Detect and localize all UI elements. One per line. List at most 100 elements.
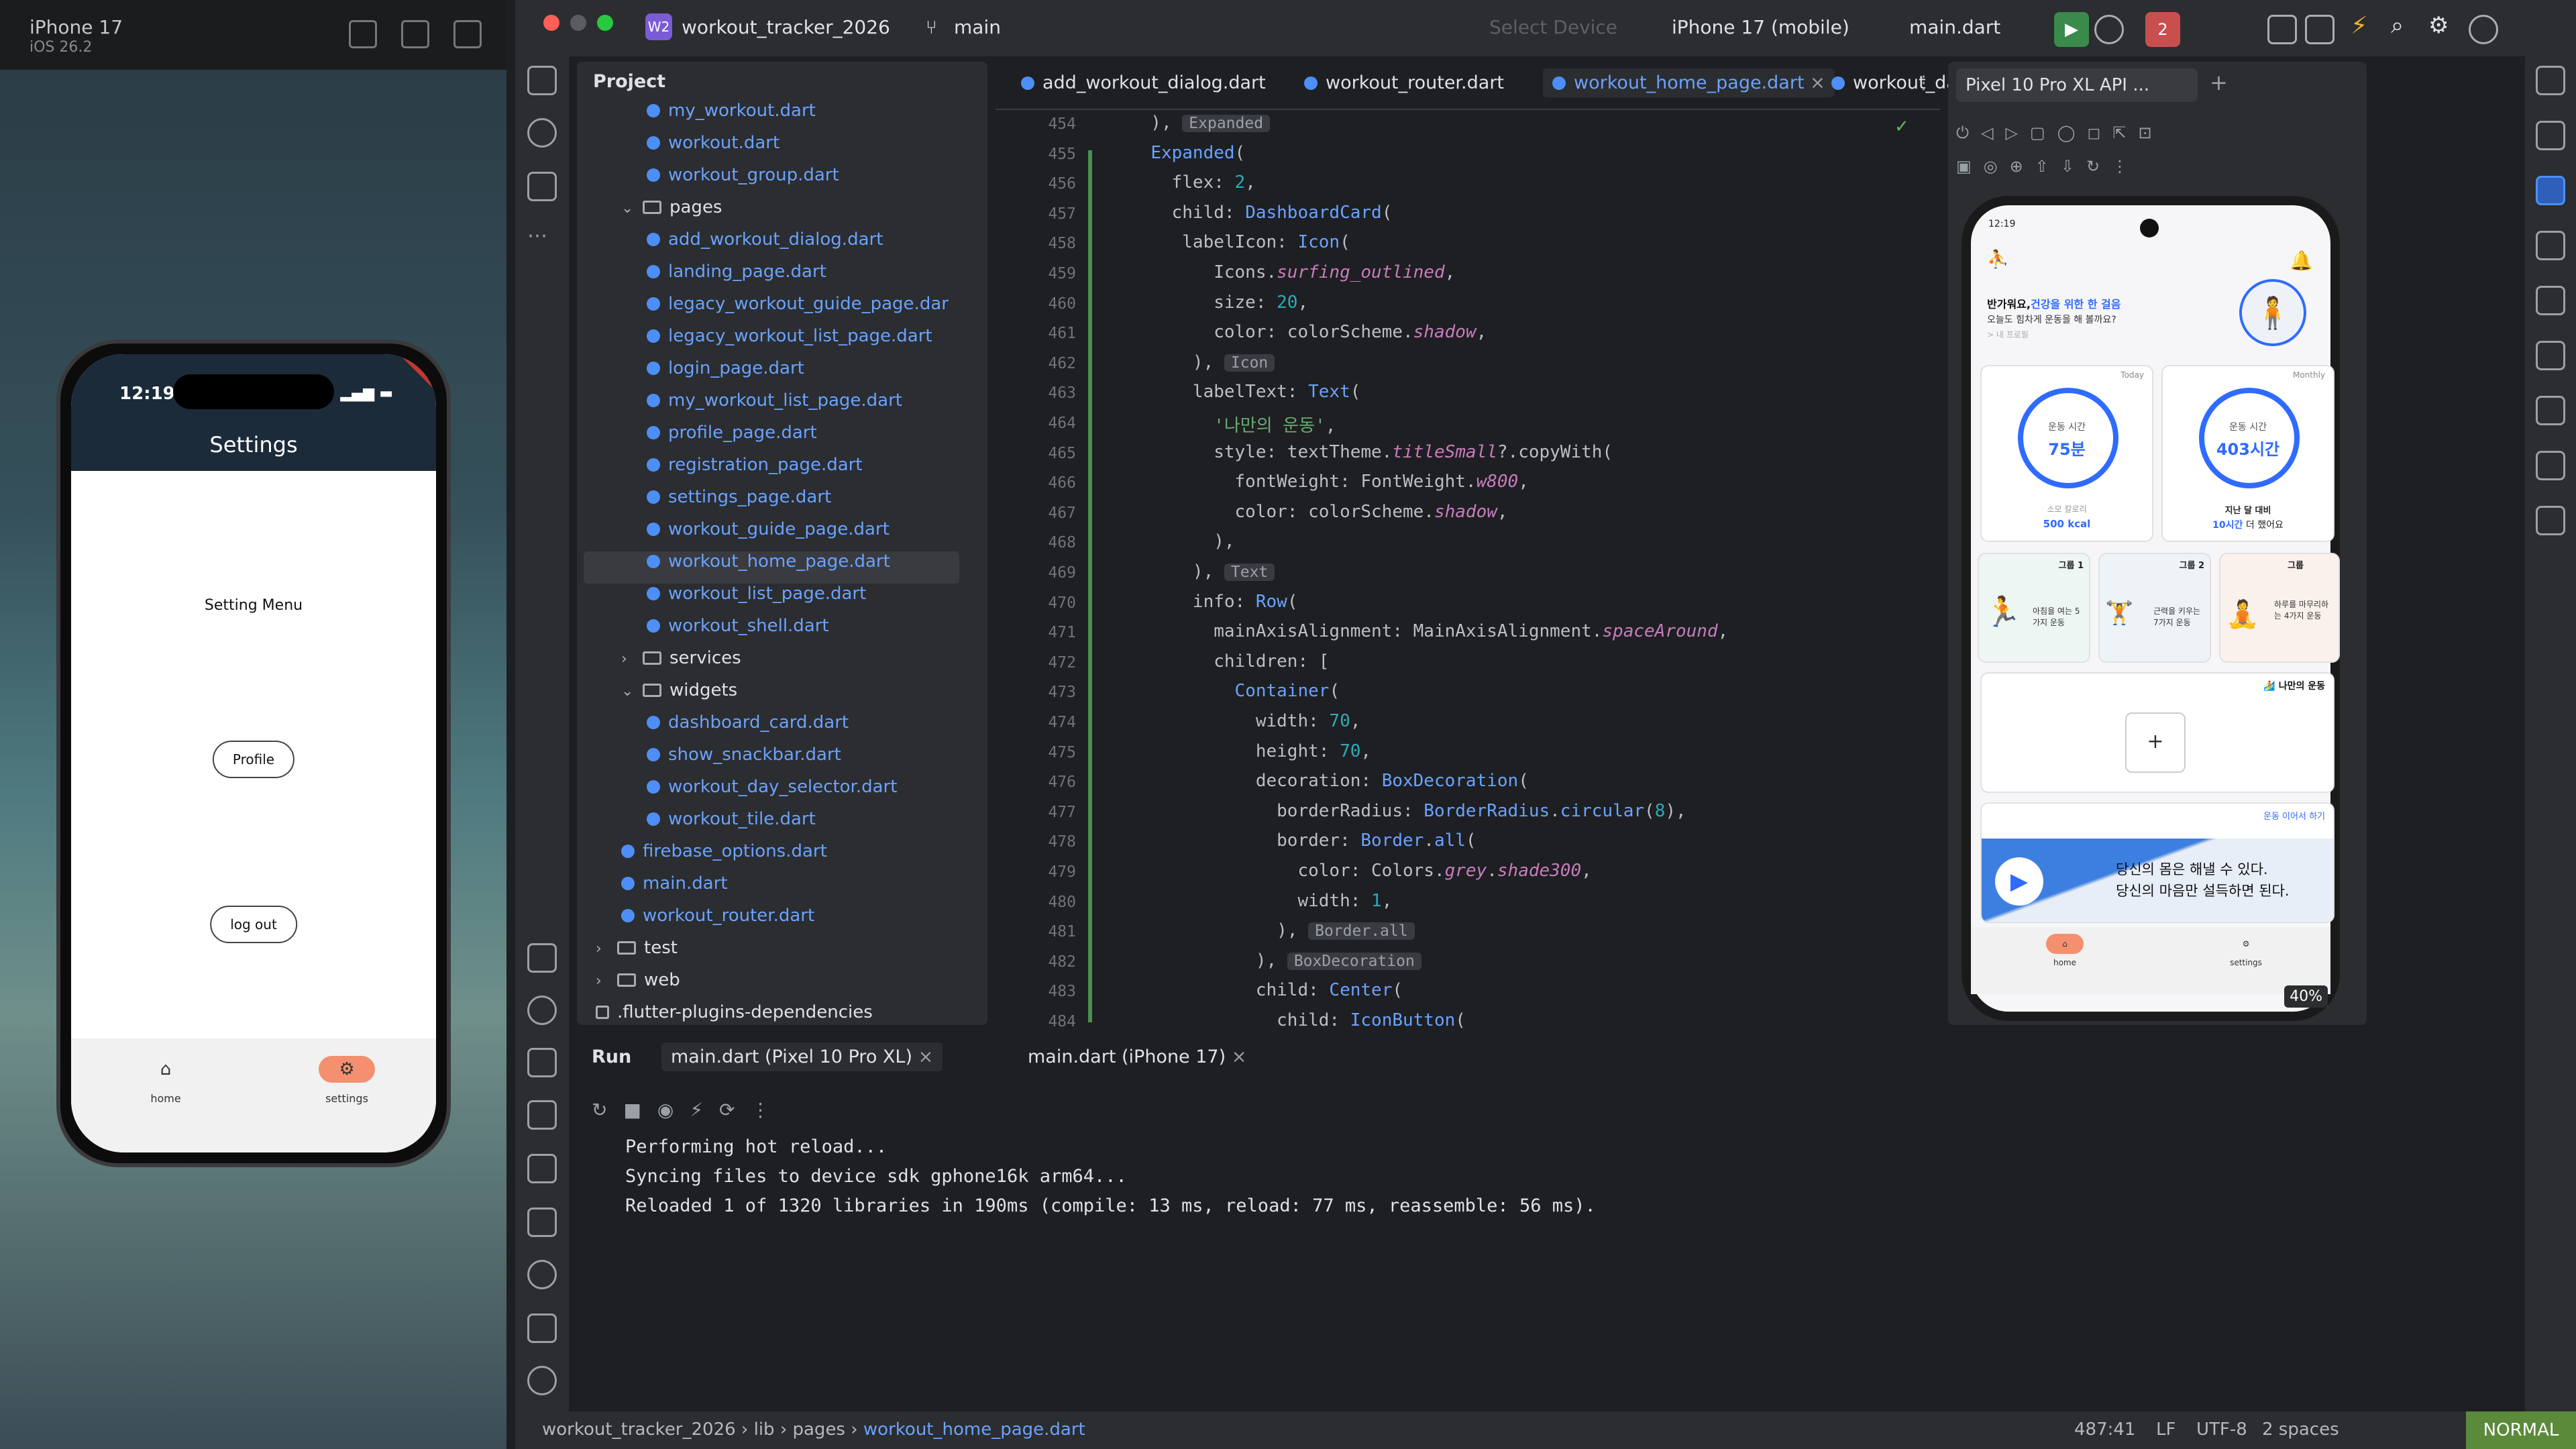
code-line[interactable]: child: IconButton(	[1130, 1010, 1466, 1030]
more-icon[interactable]: ⋯	[527, 224, 557, 254]
device-selector-placeholder[interactable]: Select Device	[1489, 16, 1617, 38]
git-icon[interactable]	[527, 1366, 557, 1395]
tree-item[interactable]: ⌄ pages	[621, 197, 722, 229]
run-tab-iphone[interactable]: main.dart (iPhone 17) ×	[1028, 1046, 1246, 1067]
folder-icon[interactable]	[527, 66, 557, 95]
code-line[interactable]: mainAxisAlignment: MainAxisAlignment.spa…	[1130, 621, 1728, 641]
emulator-tab[interactable]: Pixel 10 Pro XL API ...	[1956, 68, 2198, 102]
code-line[interactable]: borderRadius: BorderRadius.circular(8),	[1130, 801, 1686, 821]
code-line[interactable]: info: Row(	[1130, 592, 1298, 612]
code-line[interactable]: color: colorScheme.shadow,	[1130, 322, 1487, 342]
notifications-icon[interactable]	[2536, 66, 2565, 95]
code-line[interactable]: ),	[1130, 531, 1234, 551]
today-card[interactable]: Today 운동 시간 75분 소모 칼로리 500 kcal	[1980, 365, 2153, 542]
code-line[interactable]: ), Expanded	[1130, 113, 1271, 133]
tree-item[interactable]: my_workout_list_page.dart	[647, 390, 902, 423]
play-icon[interactable]: ▶	[1995, 857, 2043, 906]
layers-icon[interactable]	[527, 1100, 557, 1130]
code-line[interactable]: ), Icon	[1130, 352, 1275, 372]
nav-settings[interactable]: ⚙ settings	[310, 1056, 384, 1105]
tree-item[interactable]: legacy_workout_guide_page.dar	[647, 294, 949, 326]
tree-item[interactable]: workout_router.dart	[621, 906, 814, 938]
tree-item[interactable]: dashboard_card.dart	[647, 712, 849, 745]
code-line[interactable]: width: 1,	[1130, 891, 1392, 911]
tree-item[interactable]: workout_day_selector.dart	[647, 777, 897, 809]
code-line[interactable]: flex: 2,	[1130, 172, 1256, 193]
run-config-dropdown[interactable]: main.dart	[1909, 16, 2000, 38]
running-devices-icon[interactable]	[2536, 176, 2565, 205]
indent-setting[interactable]: 2 spaces	[2262, 1419, 2339, 1440]
tree-item[interactable]: workout_shell.dart	[647, 616, 829, 648]
branch-dropdown[interactable]: main	[954, 16, 1001, 38]
pen-icon[interactable]	[2536, 451, 2565, 480]
code-line[interactable]: ), Border.all	[1130, 920, 1415, 941]
emulator-icon[interactable]	[2536, 396, 2565, 425]
code-line[interactable]: Expanded(	[1130, 143, 1245, 163]
code-line[interactable]: child: DashboardCard(	[1130, 203, 1393, 223]
hot-reload-icon[interactable]: ⚡	[2351, 12, 2367, 40]
code-line[interactable]: ), Text	[1130, 561, 1275, 582]
run-toolbar[interactable]: ↻■◉⚡⟳⋮	[592, 1099, 786, 1121]
tree-item[interactable]: › test	[596, 938, 678, 970]
emulator-toolbar-row1[interactable]: ⏻◁▷▢◯◻⇱⊡	[1956, 123, 2164, 142]
emulator-toolbar-row2[interactable]: ▣◎⊕⇧⇩↻⋮	[1956, 157, 2140, 176]
code-line[interactable]: '나만의 운동',	[1130, 412, 1336, 437]
code-line[interactable]: width: 70,	[1130, 711, 1361, 731]
flutter-inspector-icon[interactable]	[527, 943, 557, 973]
group-card-1[interactable]: 그룹 1 🏃 아침을 여는 5가지 운동	[1978, 553, 2090, 663]
tree-item[interactable]: › web	[596, 970, 680, 1002]
code-line[interactable]: Icons.surfing_outlined,	[1130, 262, 1455, 282]
tree-item[interactable]: landing_page.dart	[647, 262, 826, 294]
file-encoding[interactable]: UTF-8	[2196, 1419, 2247, 1440]
android-nav-settings[interactable]: ⚙ settings	[2219, 934, 2273, 967]
tools-icon[interactable]	[2536, 341, 2565, 370]
screenshot-icon[interactable]	[401, 20, 429, 48]
tree-item[interactable]: add_workout_dialog.dart	[647, 229, 883, 262]
search-icon[interactable]: ⌕	[2391, 12, 2404, 39]
close-window-button[interactable]	[543, 15, 559, 31]
cursor-position[interactable]: 487:41	[2074, 1419, 2135, 1440]
tree-item[interactable]: › services	[621, 648, 741, 680]
account-icon[interactable]	[2469, 15, 2498, 44]
tab-workout-home-page[interactable]: workout_home_page.dart ×	[1543, 68, 1835, 97]
code-line[interactable]: child: Center(	[1130, 980, 1403, 1000]
commit-icon[interactable]	[527, 118, 557, 148]
code-area[interactable]: ), Expanded Expanded( flex: 2, child: Da…	[1130, 113, 1940, 1030]
debug-icon[interactable]	[2094, 15, 2124, 44]
code-line[interactable]: color: Colors.grey.shade300,	[1130, 861, 1591, 881]
problems-icon[interactable]	[527, 1260, 557, 1289]
tree-item[interactable]: show_snackbar.dart	[647, 745, 841, 777]
gear-icon[interactable]: ⚙	[2428, 12, 2449, 39]
code-line[interactable]: ), BoxDecoration	[1130, 951, 1421, 971]
continue-workout-card[interactable]: 운동 이어서 하기 ▶ 당신의 몸은 해낼 수 있다. 당신의 마음만 설득하면…	[1980, 802, 2334, 923]
code-line[interactable]: labelText: Text(	[1130, 382, 1360, 402]
code-line[interactable]: decoration: BoxDecoration(	[1130, 771, 1529, 791]
bell-icon[interactable]: 🔔	[2290, 250, 2313, 272]
device-mirror-icon[interactable]	[2536, 231, 2565, 260]
rotate-icon[interactable]	[453, 20, 482, 48]
zoom-window-button[interactable]	[597, 15, 613, 31]
tree-item[interactable]: profile_page.dart	[647, 423, 817, 455]
breadcrumb[interactable]: workout_tracker_2026 › lib › pages › wor…	[542, 1419, 1085, 1440]
link-icon[interactable]	[2536, 286, 2565, 315]
tree-item[interactable]: my_workout.dart	[647, 101, 816, 133]
tree-item[interactable]: workout_list_page.dart	[647, 584, 866, 616]
tree-item[interactable]: workout_tile.dart	[647, 809, 816, 841]
home-icon[interactable]	[349, 20, 377, 48]
nav-home[interactable]: ⌂ home	[129, 1056, 203, 1105]
tree-item[interactable]: workout.dart	[647, 133, 780, 165]
device-explorer-icon[interactable]	[2536, 121, 2565, 150]
line-separator[interactable]: LF	[2156, 1419, 2176, 1440]
profile-button[interactable]: Profile	[212, 741, 295, 778]
code-line[interactable]: children: [	[1130, 651, 1329, 672]
project-name-dropdown[interactable]: workout_tracker_2026	[682, 16, 890, 38]
profile-link[interactable]: > 내 프로필	[1987, 329, 2029, 340]
code-line[interactable]: border: Border.all(	[1130, 830, 1476, 851]
android-nav-home[interactable]: ⌂ home	[2038, 934, 2092, 967]
continue-workout-link[interactable]: 운동 이어서 하기	[2263, 809, 2325, 822]
run-button[interactable]: ▶	[2054, 12, 2089, 47]
tree-item[interactable]: registration_page.dart	[647, 455, 863, 487]
tree-item[interactable]: workout_group.dart	[647, 165, 839, 197]
tab-add-workout-dialog[interactable]: add_workout_dialog.dart	[1021, 72, 1266, 93]
device-manager-icon[interactable]	[2305, 15, 2334, 44]
